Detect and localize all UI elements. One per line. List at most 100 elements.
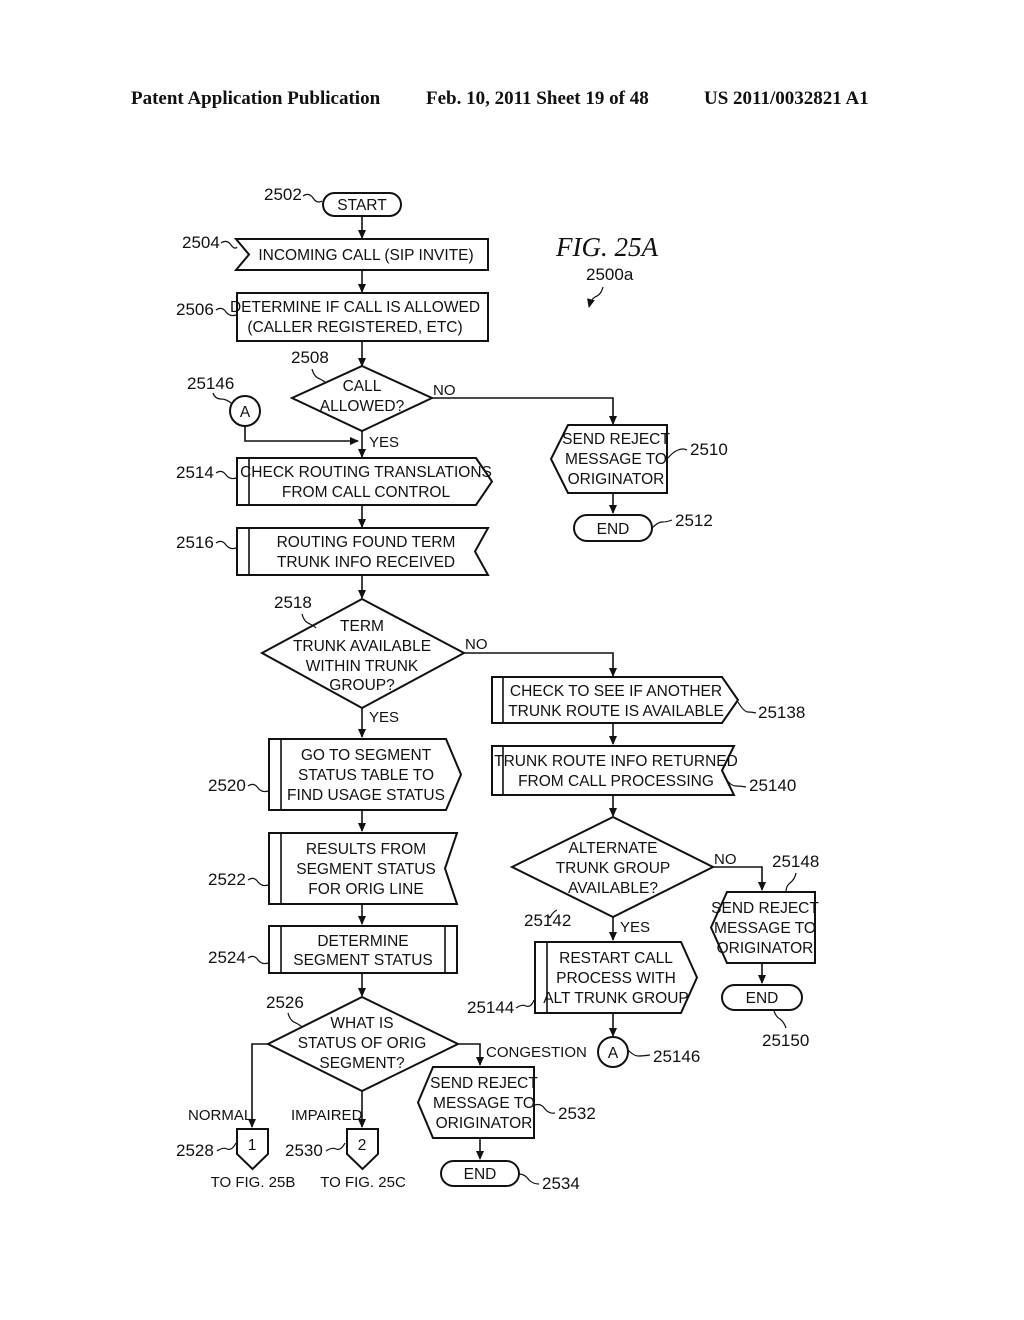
node-incoming-call: INCOMING CALL (SIP INVITE) 2504 [182,233,489,271]
ref-2530: 2530 [285,1141,323,1160]
node-determine-segment: DETERMINE SEGMENT STATUS 2524 [208,925,458,974]
node-end-25150: END 25150 [721,984,809,1050]
svg-text:(CALLER REGISTERED, ETC): (CALLER REGISTERED, ETC) [247,319,462,336]
svg-text:INCOMING CALL (SIP INVITE): INCOMING CALL (SIP INVITE) [258,247,473,264]
svg-text:A: A [240,404,251,421]
svg-text:ORIGINATOR: ORIGINATOR [436,1115,533,1132]
label-no-term-trunk: NO [465,636,488,653]
ref-2512: 2512 [675,511,713,530]
svg-text:GROUP?: GROUP? [329,677,395,694]
caption-fig-25b: TO FIG. 25B [211,1174,296,1191]
svg-text:ORIGINATOR: ORIGINATOR [717,940,814,957]
ref-2504: 2504 [182,233,220,252]
svg-text:STATUS TABLE TO: STATUS TABLE TO [298,767,434,784]
svg-text:CALL: CALL [343,378,382,395]
ref-25146-bottom: 25146 [653,1047,700,1066]
svg-text:1: 1 [248,1137,257,1154]
node-determine-allowed: DETERMINE IF CALL IS ALLOWED (CALLER REG… [176,292,489,342]
label-yes-alt-trunk: YES [620,919,650,936]
node-check-routing: CHECK ROUTING TRANSLATIONS FROM CALL CON… [176,457,494,506]
flowchart: FIG. 25A 2500a START 2502 INCOMING CALL … [176,185,819,1193]
svg-text:DETERMINE IF CALL IS ALLOWED: DETERMINE IF CALL IS ALLOWED [230,299,480,316]
label-no-alt-trunk: NO [714,851,737,868]
svg-text:FOR ORIG LINE: FOR ORIG LINE [308,881,423,898]
svg-text:RESTART CALL: RESTART CALL [559,950,673,967]
svg-text:SEGMENT?: SEGMENT? [319,1055,405,1072]
svg-text:CHECK TO SEE IF ANOTHER: CHECK TO SEE IF ANOTHER [510,683,722,700]
svg-text:MESSAGE TO: MESSAGE TO [714,920,816,937]
node-check-another: CHECK TO SEE IF ANOTHER TRUNK ROUTE IS A… [491,676,805,724]
svg-text:SEGMENT STATUS: SEGMENT STATUS [296,861,436,878]
node-end-2534: END 2534 [440,1160,580,1193]
svg-text:WHAT IS: WHAT IS [330,1015,393,1032]
svg-text:TRUNK GROUP: TRUNK GROUP [556,860,671,877]
svg-text:START: START [337,197,387,214]
figure-ref: 2500a [586,265,634,284]
svg-text:ALT TRUNK GROUP: ALT TRUNK GROUP [543,990,689,1007]
ref-2528: 2528 [176,1141,214,1160]
node-restart-call: RESTART CALL PROCESS WITH ALT TRUNK GROU… [467,941,699,1017]
ref-2506: 2506 [176,300,214,319]
ref-2514: 2514 [176,463,214,482]
ref-2516: 2516 [176,533,214,552]
ref-2502: 2502 [264,185,302,204]
svg-text:ALTERNATE: ALTERNATE [569,840,658,857]
node-results-segment: RESULTS FROM SEGMENT STATUS FOR ORIG LIN… [208,832,459,905]
svg-text:WITHIN TRUNK: WITHIN TRUNK [306,658,419,675]
svg-text:CHECK ROUTING TRANSLATIONS: CHECK ROUTING TRANSLATIONS [240,464,492,481]
node-offpage-1: 1 2528 TO FIG. 25B [176,1128,296,1191]
node-start: START 2502 [264,185,402,217]
node-connector-a-out: A 25146 [597,1036,700,1068]
caption-fig-25c: TO FIG. 25C [320,1174,406,1191]
ref-2510: 2510 [690,440,728,459]
figure-title: FIG. 25A [555,232,658,262]
ref-25138: 25138 [758,703,805,722]
node-routing-found: ROUTING FOUND TERM TRUNK INFO RECEIVED 2… [176,527,490,576]
ref-2524: 2524 [208,948,246,967]
svg-text:DETERMINE: DETERMINE [317,933,408,950]
svg-text:TERM: TERM [340,618,384,635]
label-impaired: IMPAIRED [291,1107,363,1124]
edge-alt-no [713,866,766,891]
svg-text:MESSAGE TO: MESSAGE TO [565,451,667,468]
svg-text:SEND REJECT: SEND REJECT [711,900,819,917]
ref-2518: 2518 [274,593,312,612]
svg-text:2: 2 [358,1137,367,1154]
label-normal: NORMAL [188,1107,252,1124]
svg-text:END: END [746,990,779,1007]
ref-25148: 25148 [772,852,819,871]
edge-term-no [464,652,617,677]
ref-2534: 2534 [542,1174,580,1193]
node-reject-25148: SEND REJECT MESSAGE TO ORIGINATOR 25148 [709,852,819,964]
svg-text:END: END [597,521,630,538]
node-alt-trunk: ALTERNATE TRUNK GROUP AVAILABLE? 25142 [509,815,716,930]
edge-allowed-no [432,397,617,425]
ref-2520: 2520 [208,776,246,795]
node-trunk-route-info: TRUNK ROUTE INFO RETURNED FROM CALL PROC… [491,745,796,796]
ref-25150: 25150 [762,1031,809,1050]
node-go-to-segment: GO TO SEGMENT STATUS TABLE TO FIND USAGE… [208,738,463,811]
edge-status-normal [248,1043,268,1128]
svg-text:PROCESS WITH: PROCESS WITH [556,970,676,987]
label-yes-term-trunk: YES [369,709,399,726]
svg-text:ALLOWED?: ALLOWED? [320,398,405,415]
svg-text:MESSAGE TO: MESSAGE TO [433,1095,535,1112]
ref-2532: 2532 [558,1104,596,1123]
svg-text:FIND USAGE STATUS: FIND USAGE STATUS [287,787,445,804]
svg-text:AVAILABLE?: AVAILABLE? [568,880,658,897]
svg-text:SEND REJECT: SEND REJECT [562,431,670,448]
svg-text:A: A [608,1045,619,1062]
svg-text:TRUNK ROUTE INFO RETURNED: TRUNK ROUTE INFO RETURNED [494,753,738,770]
node-connector-a-in: A 25146 [187,374,261,427]
svg-text:SEND REJECT: SEND REJECT [430,1075,538,1092]
node-reject-2510: SEND REJECT MESSAGE TO ORIGINATOR 2510 [549,424,728,494]
ref-2508: 2508 [291,348,329,367]
ref-2526: 2526 [266,993,304,1012]
svg-text:GO TO SEGMENT: GO TO SEGMENT [301,747,432,764]
node-reject-2532: SEND REJECT MESSAGE TO ORIGINATOR 2532 [416,1066,596,1139]
svg-text:TRUNK ROUTE IS AVAILABLE: TRUNK ROUTE IS AVAILABLE [508,703,724,720]
node-end-2512: END 2512 [573,511,713,542]
ref-2522: 2522 [208,870,246,889]
ref-25146-top: 25146 [187,374,234,393]
edge-connector-a-in [244,426,359,445]
